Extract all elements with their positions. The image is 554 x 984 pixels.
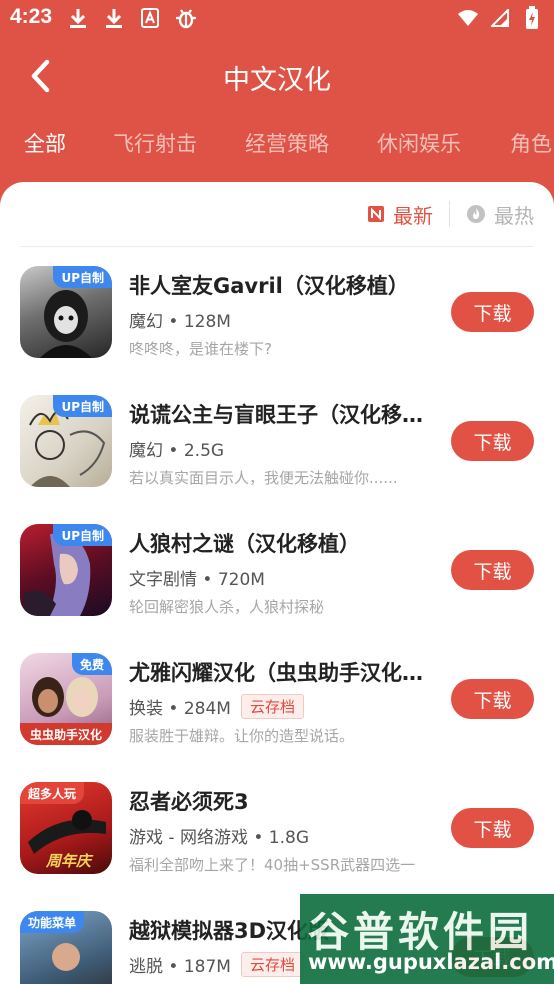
sort-hottest-label: 最热 xyxy=(494,203,534,228)
app-size: 1.8G xyxy=(268,828,310,848)
app-icon[interactable]: UP自制 xyxy=(20,395,112,487)
app-description: 咚咚咚，是谁在楼下? xyxy=(129,340,272,358)
download-button[interactable]: 下载 xyxy=(451,421,534,461)
download-button[interactable]: 下载 xyxy=(451,808,534,848)
app-icon[interactable]: 免费 虫虫助手汉化 xyxy=(20,653,112,745)
app-description: 若以真实面目示人，我便无法触碰你...... xyxy=(129,469,398,487)
download-icon xyxy=(66,6,90,30)
app-meta: 魔幻 • 128M xyxy=(129,312,231,332)
bug-icon xyxy=(174,6,198,30)
sort-hottest[interactable]: 最热 xyxy=(466,200,534,229)
watermark-title: 谷普软件园 xyxy=(308,908,533,956)
cloud-save-tag: 云存档 xyxy=(240,694,304,719)
sort-divider-line xyxy=(20,246,534,247)
app-category: 文字剧情 xyxy=(129,570,197,590)
app-icon[interactable]: UP自制 xyxy=(20,524,112,616)
app-category: 游戏 - 网络游戏 xyxy=(129,828,248,848)
app-name: 说谎公主与盲眼王子（汉化移植） xyxy=(129,403,429,427)
cloud-save-tag: 云存档 xyxy=(240,952,304,977)
category-tabs: 全部 飞行射击 经营策略 休闲娱乐 角色 xyxy=(0,128,554,164)
app-meta: 魔幻 • 2.5G xyxy=(129,441,225,461)
status-bar: 4:23 xyxy=(0,0,554,38)
app-name: 人狼村之谜（汉化移植） xyxy=(129,532,360,556)
app-size: 128M xyxy=(183,312,231,332)
app-name: 忍者必须死3 xyxy=(129,790,249,814)
app-size: 187M xyxy=(183,957,231,977)
app-badge: UP自制 xyxy=(53,395,112,417)
app-badge: 功能菜单 xyxy=(20,911,85,933)
system-icons xyxy=(456,6,544,30)
tab-all[interactable]: 全部 xyxy=(24,128,66,158)
app-icon[interactable]: UP自制 xyxy=(20,266,112,358)
app-icon[interactable]: 功能菜单 xyxy=(20,911,112,984)
flame-icon xyxy=(467,205,485,223)
sort-newest[interactable]: 最新 xyxy=(367,200,433,229)
signal-icon xyxy=(488,6,512,30)
download-button[interactable]: 下载 xyxy=(451,679,534,719)
list-item[interactable]: 超多人玩 周年庆 忍者必须死3 游戏 - 网络游戏 • 1.8G 福利全部吻上来… xyxy=(0,782,554,892)
app-badge: 超多人玩 xyxy=(20,782,85,804)
app-description: 轮回解密狼人杀，人狼村探秘 xyxy=(129,598,325,616)
app-badge: UP自制 xyxy=(53,266,112,288)
app-category: 逃脱 xyxy=(129,957,163,977)
sort-newest-label: 最新 xyxy=(393,203,433,228)
list-item[interactable]: UP自制 人狼村之谜（汉化移植） 文字剧情 • 720M 轮回解密狼人杀，人狼村… xyxy=(0,524,554,634)
tab-strategy[interactable]: 经营策略 xyxy=(245,128,329,158)
tab-shooting[interactable]: 飞行射击 xyxy=(113,128,197,158)
sort-divider xyxy=(449,201,450,227)
tab-roleplay[interactable]: 角色 xyxy=(510,128,552,158)
app-badge: UP自制 xyxy=(53,524,112,546)
wifi-icon xyxy=(456,6,480,30)
app-name: 尤雅闪耀汉化（虫虫助手汉化版） xyxy=(129,661,429,685)
app-header: 4:23 中文汉化 全部 飞行射击 经营策略 休闲娱乐 角色 xyxy=(0,0,554,205)
app-meta: 换装 • 284M 云存档 xyxy=(129,694,304,719)
app-name: 非人室友Gavril（汉化移植） xyxy=(129,274,409,298)
app-size: 2.5G xyxy=(183,441,225,461)
watermark: 谷普软件园 www.gupuxlazal.com xyxy=(300,894,554,984)
list-item[interactable]: UP自制 非人室友Gavril（汉化移植） 魔幻 • 128M 咚咚咚，是谁在楼… xyxy=(0,266,554,376)
app-category: 魔幻 xyxy=(129,312,163,332)
newest-icon xyxy=(368,206,384,222)
tab-casual[interactable]: 休闲娱乐 xyxy=(377,128,461,158)
app-description: 服装胜于雄辩。让你的造型说话。 xyxy=(129,727,355,745)
app-size: 720M xyxy=(217,570,265,590)
download-button[interactable]: 下载 xyxy=(451,292,534,332)
page-title: 中文汉化 xyxy=(223,65,331,96)
download-icon xyxy=(102,6,126,30)
list-item[interactable]: UP自制 说谎公主与盲眼王子（汉化移植） 魔幻 • 2.5G 若以真实面目示人，… xyxy=(0,395,554,505)
watermark-url: www.gupuxlazal.com xyxy=(308,950,554,974)
status-time: 4:23 xyxy=(10,5,53,28)
battery-icon xyxy=(520,6,544,30)
app-meta: 游戏 - 网络游戏 • 1.8G xyxy=(129,828,310,848)
app-size: 284M xyxy=(183,699,231,719)
download-button[interactable]: 下载 xyxy=(451,550,534,590)
title-bar: 中文汉化 xyxy=(0,50,554,100)
app-description: 福利全部吻上来了！40抽+SSR武器四选一 xyxy=(129,856,416,874)
list-item[interactable]: 免费 虫虫助手汉化 尤雅闪耀汉化（虫虫助手汉化版） 换装 • 284M 云存档 … xyxy=(0,653,554,763)
app-icon-band: 虫虫助手汉化 xyxy=(20,723,112,745)
notification-icons xyxy=(66,6,198,30)
app-icon[interactable]: 超多人玩 周年庆 xyxy=(20,782,112,874)
app-badge: 免费 xyxy=(71,653,112,675)
app-meta: 文字剧情 • 720M xyxy=(129,570,265,590)
app-category: 魔幻 xyxy=(129,441,163,461)
app-category: 换装 xyxy=(129,699,163,719)
sort-bar: 最新 最热 xyxy=(367,196,534,232)
text-a-icon xyxy=(138,6,162,30)
app-meta: 逃脱 • 187M 云存档 xyxy=(129,952,304,977)
app-icon-text: 周年庆 xyxy=(46,852,92,870)
